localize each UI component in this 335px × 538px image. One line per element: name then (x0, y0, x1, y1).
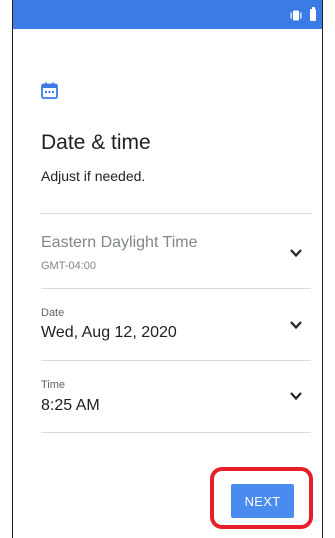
vibrate-icon (290, 10, 302, 20)
calendar-icon (41, 82, 58, 99)
date-selector[interactable]: Date Wed, Aug 12, 2020 (41, 289, 311, 360)
time-label: Time (41, 379, 66, 391)
page-subtitle: Adjust if needed. (41, 168, 146, 184)
chevron-down-icon[interactable] (289, 248, 303, 258)
status-bar (13, 0, 322, 29)
chevron-down-icon[interactable] (289, 320, 303, 330)
setup-screen: Date & time Adjust if needed. Eastern Da… (12, 0, 323, 538)
time-selector[interactable]: Time 8:25 AM (41, 361, 311, 432)
date-label: Date (41, 307, 65, 319)
time-value: 8:25 AM (41, 397, 100, 414)
divider (41, 432, 311, 433)
date-value: Wed, Aug 12, 2020 (41, 324, 177, 341)
timezone-offset: GMT-04:00 (41, 260, 97, 272)
chevron-down-icon[interactable] (289, 391, 303, 401)
timezone-value: Eastern Daylight Time (41, 234, 198, 251)
timezone-selector[interactable]: Eastern Daylight Time GMT-04:00 (41, 214, 311, 288)
page-title: Date & time (41, 131, 151, 154)
next-button[interactable]: NEXT (231, 484, 294, 518)
battery-icon (310, 7, 316, 21)
status-icons (289, 7, 316, 21)
